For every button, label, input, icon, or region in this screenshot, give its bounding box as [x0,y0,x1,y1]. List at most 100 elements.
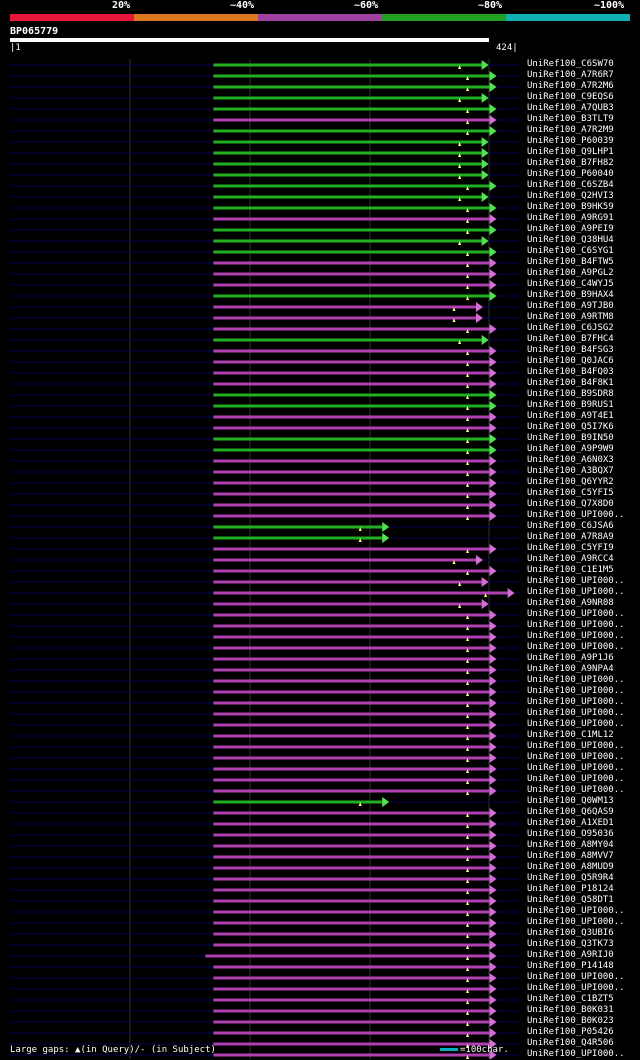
hit-bar[interactable] [213,107,490,111]
hit-bar[interactable] [213,437,490,441]
hit-label[interactable]: UniRef100_Q2HVI3 [527,191,614,202]
hit-bar[interactable] [213,327,490,331]
hit-label[interactable]: UniRef100_Q38HU4 [527,235,614,246]
hit-bar[interactable] [213,272,490,276]
hit-bar[interactable] [213,129,490,133]
hit-bar[interactable] [213,910,490,914]
hit-bar[interactable] [213,547,490,551]
hit-bar[interactable] [213,943,490,947]
hit-label[interactable]: UniRef100_A9NR08 [527,598,614,609]
hit-label[interactable]: UniRef100_UPI000.. [527,763,625,774]
hit-label[interactable]: UniRef100_UPI000.. [527,774,625,785]
hit-bar[interactable] [213,580,482,584]
hit-label[interactable]: UniRef100_Q7X8D0 [527,499,614,510]
hit-label[interactable]: UniRef100_Q6QAS9 [527,807,614,818]
hit-bar[interactable] [213,206,490,210]
hit-bar[interactable] [213,349,490,353]
hit-bar[interactable] [213,228,490,232]
hit-bar[interactable] [213,382,490,386]
hit-label[interactable]: UniRef100_UPI000.. [527,983,625,994]
hit-bar[interactable] [213,833,490,837]
hit-label[interactable]: UniRef100_Q9LHP1 [527,147,614,158]
hit-bar[interactable] [213,613,490,617]
hit-bar[interactable] [213,371,490,375]
hit-label[interactable]: UniRef100_A9P1J6 [527,653,614,664]
hit-label[interactable]: UniRef100_C1E1M5 [527,565,614,576]
hit-bar[interactable] [213,932,490,936]
hit-bar[interactable] [213,492,490,496]
hit-bar[interactable] [213,118,490,122]
hit-bar[interactable] [213,415,490,419]
hit-bar[interactable] [213,877,490,881]
hit-label[interactable]: UniRef100_P60040 [527,169,614,180]
hit-label[interactable]: UniRef100_Q58DT1 [527,895,614,906]
hit-bar[interactable] [213,448,490,452]
hit-label[interactable]: UniRef100_UPI000.. [527,642,625,653]
hit-label[interactable]: UniRef100_UPI000.. [527,620,625,631]
hit-label[interactable]: UniRef100_A8MVV7 [527,851,614,862]
hit-bar[interactable] [213,789,490,793]
hit-label[interactable]: UniRef100_P60039 [527,136,614,147]
hit-label[interactable]: UniRef100_UPI000.. [527,576,625,587]
hit-bar[interactable] [213,294,490,298]
hit-label[interactable]: UniRef100_A3BQX7 [527,466,614,477]
hit-label[interactable]: UniRef100_A9PEI9 [527,224,614,235]
hit-bar[interactable] [213,921,490,925]
hit-bar[interactable] [213,162,482,166]
hit-bar[interactable] [213,404,490,408]
hit-bar[interactable] [213,965,490,969]
hit-label[interactable]: UniRef100_A1XED1 [527,818,614,829]
hit-label[interactable]: UniRef100_C6SW70 [527,59,614,70]
hit-bar[interactable] [213,734,490,738]
hit-bar[interactable] [213,701,490,705]
hit-bar[interactable] [213,525,383,529]
hit-label[interactable]: UniRef100_A9RIJ0 [527,950,614,961]
hit-bar[interactable] [213,558,476,562]
hit-label[interactable]: UniRef100_UPI000.. [527,785,625,796]
hit-label[interactable]: UniRef100_C4WYJ5 [527,279,614,290]
hit-bar[interactable] [213,74,490,78]
hit-bar[interactable] [213,712,490,716]
hit-label[interactable]: UniRef100_Q3TK73 [527,939,614,950]
hit-bar[interactable] [205,954,490,958]
hit-label[interactable]: UniRef100_UPI000.. [527,609,625,620]
hit-bar[interactable] [213,591,508,595]
hit-label[interactable]: UniRef100_UPI000.. [527,631,625,642]
hit-label[interactable]: UniRef100_P05426 [527,1027,614,1038]
hit-label[interactable]: UniRef100_P14148 [527,961,614,972]
hit-label[interactable]: UniRef100_Q6YYR2 [527,477,614,488]
hit-bar[interactable] [213,811,490,815]
hit-bar[interactable] [213,459,490,463]
hit-label[interactable]: UniRef100_O95036 [527,829,614,840]
hit-label[interactable]: UniRef100_A7R8A9 [527,532,614,543]
hit-label[interactable]: UniRef100_Q3UBI6 [527,928,614,939]
hit-label[interactable]: UniRef100_A6N0X3 [527,455,614,466]
hit-label[interactable]: UniRef100_A8MY04 [527,840,614,851]
hit-bar[interactable] [213,140,482,144]
hit-label[interactable]: UniRef100_C5YFI5 [527,488,614,499]
hit-label[interactable]: UniRef100_A7R2M9 [527,125,614,136]
hit-label[interactable]: UniRef100_A9RTM8 [527,312,614,323]
hit-bar[interactable] [213,569,490,573]
hit-label[interactable]: UniRef100_A9RCC4 [527,554,614,565]
hit-label[interactable]: UniRef100_UPI000.. [527,510,625,521]
hit-label[interactable]: UniRef100_B9SDR8 [527,389,614,400]
hit-label[interactable]: UniRef100_A9PGL2 [527,268,614,279]
hit-label[interactable]: UniRef100_B9IN50 [527,433,614,444]
hit-bar[interactable] [213,888,490,892]
hit-bar[interactable] [213,668,490,672]
hit-label[interactable]: UniRef100_C1BZT5 [527,994,614,1005]
hit-label[interactable]: UniRef100_UPI000.. [527,917,625,928]
hit-label[interactable]: UniRef100_A9T4E1 [527,411,614,422]
hit-bar[interactable] [213,283,490,287]
hit-bar[interactable] [213,360,490,364]
hit-bar[interactable] [213,426,490,430]
hit-label[interactable]: UniRef100_Q5I7K6 [527,422,614,433]
hit-label[interactable]: UniRef100_B9HK59 [527,202,614,213]
hit-bar[interactable] [213,250,490,254]
hit-label[interactable]: UniRef100_UPI000.. [527,708,625,719]
hit-label[interactable]: UniRef100_A9TJB0 [527,301,614,312]
hit-label[interactable]: UniRef100_Q0JAC6 [527,356,614,367]
hit-bar[interactable] [213,85,490,89]
hit-bar[interactable] [213,514,490,518]
